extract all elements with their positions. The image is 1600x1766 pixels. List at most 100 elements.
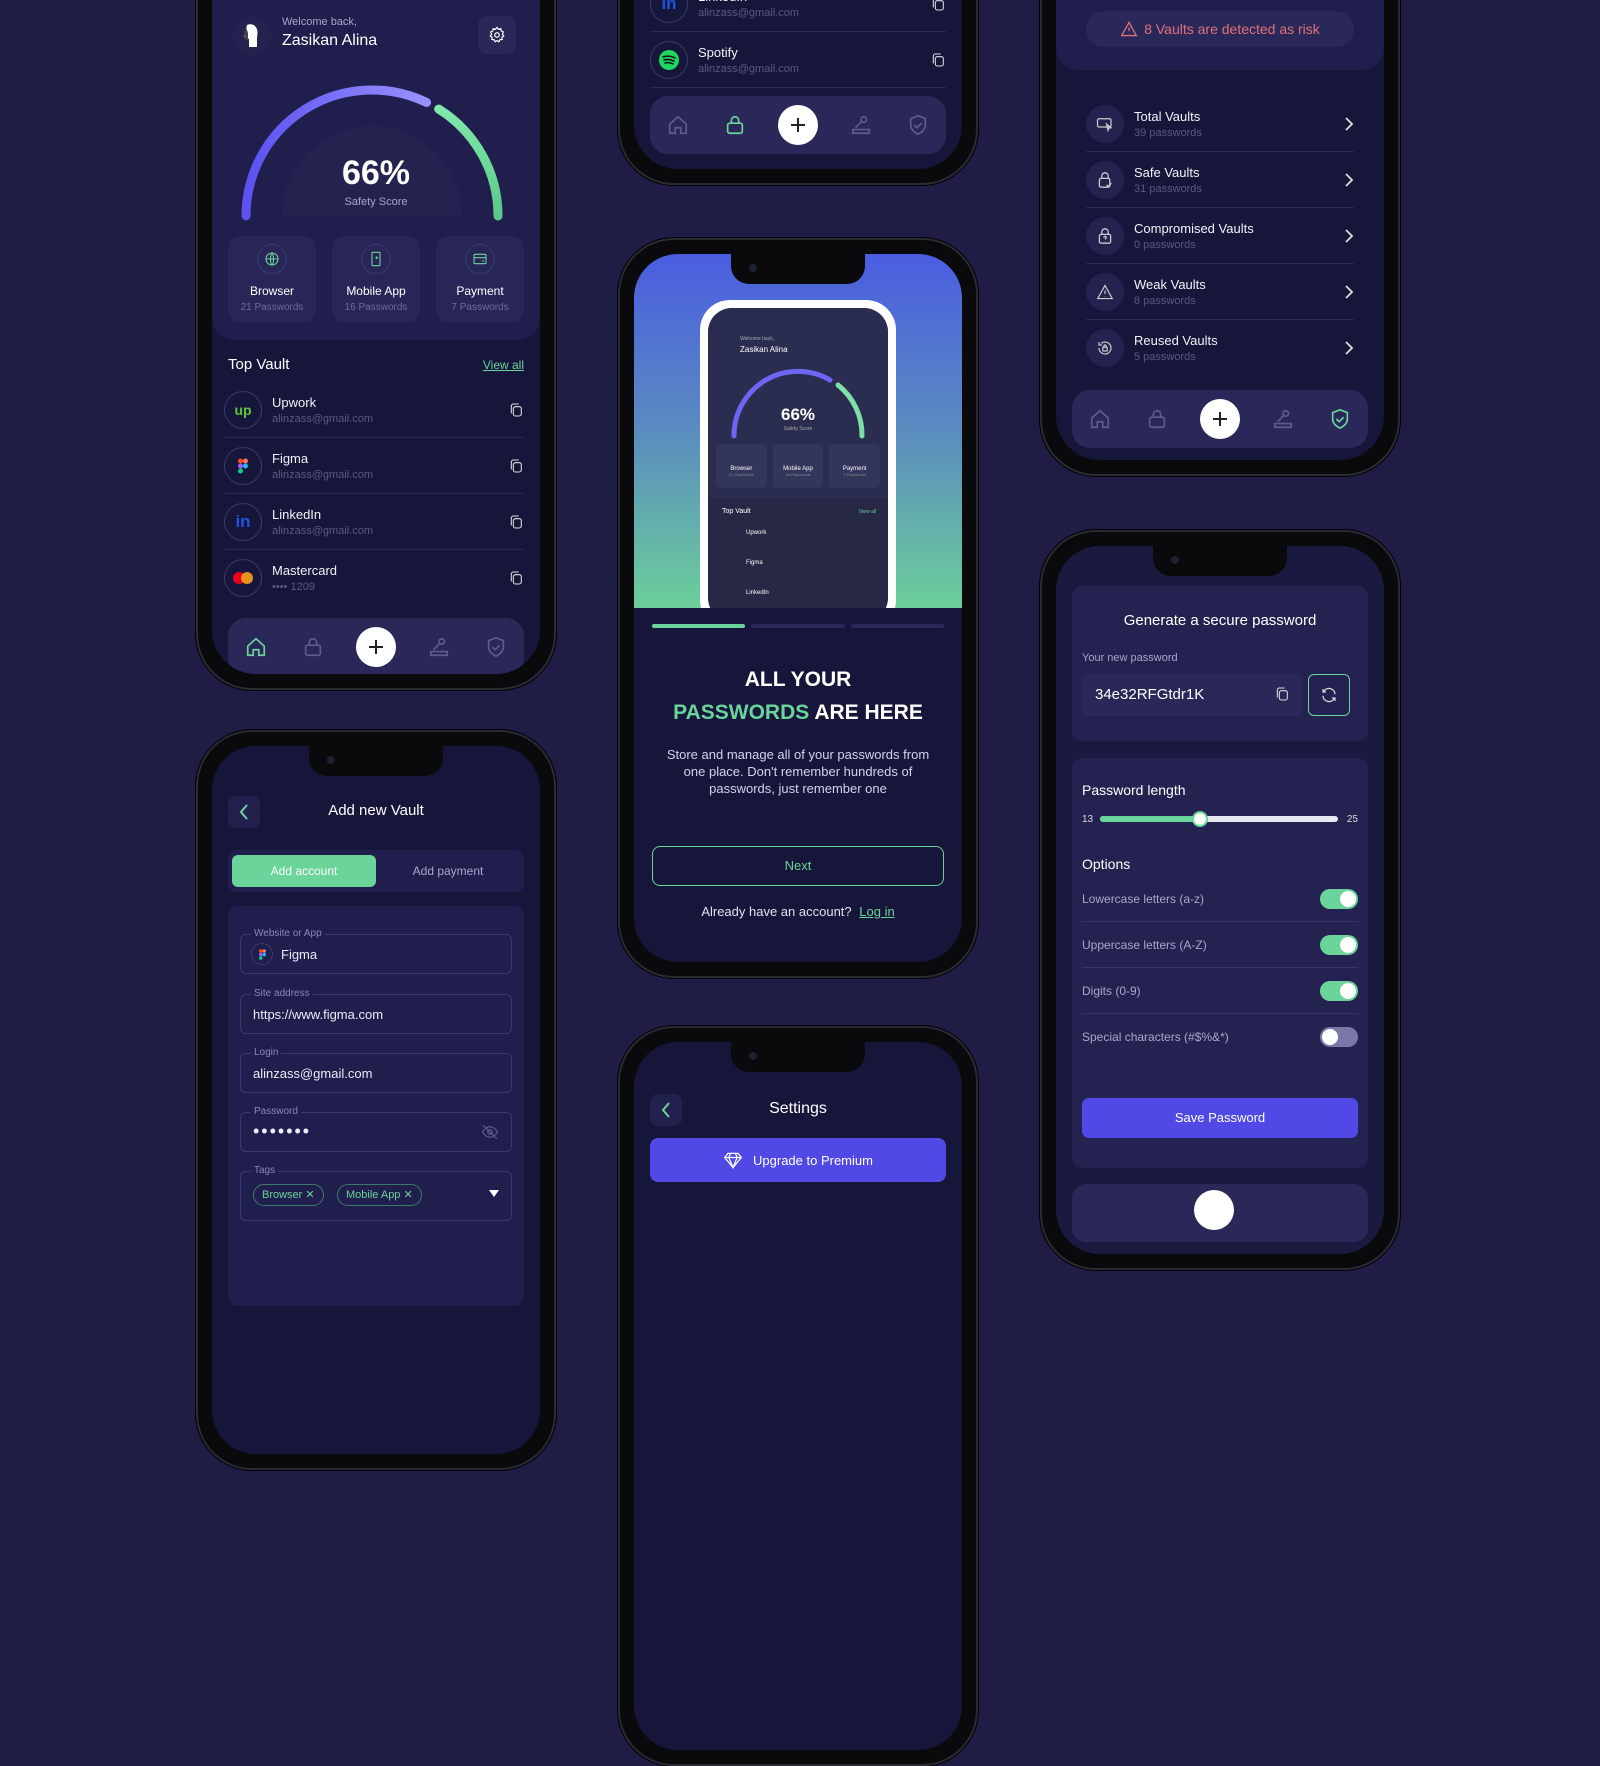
category-cards: Browser 21 Passwords Mobile App 16 Passw… — [228, 236, 524, 322]
toggle-uppercase[interactable] — [1320, 934, 1358, 955]
category-payment[interactable]: Payment 7 Passwords — [436, 236, 524, 322]
password-output: 34e32RFGtdr1K — [1082, 674, 1302, 716]
onboarding-title-line2: PASSWORDS ARE HERE — [634, 701, 962, 725]
bottom-nav — [228, 618, 524, 674]
length-slider[interactable] — [1100, 811, 1338, 827]
stat-total-vaults[interactable]: Total Vaults 39 passwords — [1086, 96, 1354, 152]
nav-home[interactable] — [664, 111, 692, 139]
vault-item-linkedin[interactable]: in LinkedIn alinzass@gmail.com — [650, 0, 946, 32]
mock-category-count: 16 Passwords — [785, 472, 811, 477]
stat-safe-vaults[interactable]: Safe Vaults 31 passwords — [1086, 152, 1354, 208]
tag-chip[interactable]: Browser ✕ — [253, 1184, 324, 1206]
settings-button[interactable] — [478, 16, 516, 54]
vault-item-upwork[interactable]: up Upwork alinzass@gmail.com — [224, 382, 524, 438]
copy-icon[interactable] — [508, 570, 524, 586]
website-field[interactable]: Website or App Figma — [240, 928, 512, 974]
security-screen: 8 Vaults are detected as risk Total Vaul… — [1056, 0, 1384, 460]
onboarding-hero: 9:41 Welcome back, Zasikan Alina 66% Saf… — [634, 254, 962, 630]
nav-home[interactable] — [242, 633, 270, 661]
tag-chip[interactable]: Mobile App ✕ — [337, 1184, 422, 1206]
lock-check-icon — [1098, 171, 1112, 188]
category-browser[interactable]: Browser 21 Passwords — [228, 236, 316, 322]
nav-generator[interactable] — [1269, 405, 1297, 433]
vault-item-spotify[interactable]: Spotify alinzass@gmail.com — [650, 32, 946, 88]
shield-icon — [909, 114, 926, 136]
stat-name: Safe Vaults — [1134, 164, 1200, 180]
nav-vault[interactable] — [721, 111, 749, 139]
mobile-icon — [371, 251, 381, 267]
upgrade-premium-button[interactable]: Upgrade to Premium — [650, 1138, 946, 1182]
stat-sub: 8 passwords — [1134, 294, 1196, 307]
stat-sub: 39 passwords — [1134, 126, 1202, 139]
password-field[interactable]: Password ••••••• — [240, 1106, 512, 1152]
toggle-special[interactable] — [1320, 1027, 1358, 1047]
copy-icon[interactable] — [1274, 686, 1290, 702]
nav-vault[interactable] — [1143, 405, 1171, 433]
eye-off-icon[interactable] — [481, 1124, 499, 1140]
generator-title: Generate a secure password — [1123, 612, 1317, 629]
login-link[interactable]: Log in — [859, 904, 894, 919]
vault-item-mastercard[interactable]: Mastercard •••• 1209 — [224, 550, 524, 606]
plus-icon — [368, 640, 383, 654]
login-prompt-text: Already have an account? — [701, 904, 852, 919]
lock-question-icon — [1098, 227, 1112, 244]
options-card: Password length 13 25 Options Lowercase … — [1072, 758, 1368, 1168]
user-avatar-icon — [244, 24, 258, 47]
slider-thumb[interactable] — [1191, 811, 1208, 827]
copy-icon[interactable] — [508, 402, 524, 418]
copy-icon[interactable] — [930, 52, 946, 68]
add-button[interactable] — [1199, 399, 1240, 439]
tab-add-account[interactable]: Add account — [232, 855, 376, 887]
nav-generator[interactable] — [847, 111, 875, 139]
progress-step — [652, 624, 746, 628]
toggle-digits[interactable] — [1320, 980, 1358, 1001]
onboarding-title-highlight: PASSWORDS — [673, 701, 810, 724]
gear-icon — [489, 26, 505, 43]
category-mobile-app[interactable]: Mobile App 16 Passwords — [332, 236, 420, 322]
next-button[interactable]: Next — [652, 846, 944, 886]
mock-user-name: Zasikan Alina — [740, 345, 788, 354]
vault-item-figma[interactable]: Figma alinzass@gmail.com — [224, 438, 524, 494]
nav-home[interactable] — [1086, 405, 1114, 433]
tab-add-payment[interactable]: Add payment — [376, 855, 520, 887]
save-password-button[interactable]: Save Password — [1082, 1098, 1358, 1138]
risk-banner[interactable]: 8 Vaults are detected as risk — [1086, 11, 1354, 47]
home-icon — [1091, 409, 1110, 429]
user-name: Zasikan Alina — [282, 32, 378, 49]
regenerate-button[interactable] — [1308, 674, 1350, 716]
vault-item-linkedin[interactable]: in LinkedIn alinzass@gmail.com — [224, 494, 524, 550]
copy-icon[interactable] — [930, 0, 946, 12]
phone-onboarding: 9:41 Welcome back, Zasikan Alina 66% Saf… — [618, 238, 978, 978]
category-label: Payment — [456, 284, 504, 298]
generator-screen: Generate a secure password Your new pass… — [1056, 546, 1384, 1254]
nav-vault[interactable] — [299, 633, 327, 661]
stat-compromised-vaults[interactable]: Compromised Vaults 0 passwords — [1086, 208, 1354, 264]
add-button[interactable] — [355, 627, 396, 667]
nav-security[interactable] — [482, 633, 510, 661]
shield-icon — [1331, 408, 1348, 430]
tags-field[interactable]: Tags Browser ✕ Mobile App ✕ — [240, 1165, 512, 1221]
category-count: 21 Passwords — [240, 302, 304, 313]
view-all-link[interactable]: View all — [483, 358, 524, 372]
add-button[interactable] — [1194, 1190, 1234, 1230]
avatar[interactable] — [232, 16, 272, 56]
nav-generator[interactable] — [425, 633, 453, 661]
category-count: 16 Passwords — [344, 302, 408, 313]
nav-security[interactable] — [904, 111, 932, 139]
onboarding-progress — [652, 624, 944, 628]
stat-weak-vaults[interactable]: Weak Vaults 8 passwords — [1086, 264, 1354, 320]
site-address-field[interactable]: Site address https://www.figma.com — [240, 988, 512, 1034]
category-count: 7 Passwords — [451, 302, 509, 313]
chevron-right-icon — [1345, 172, 1354, 187]
login-field[interactable]: Login alinzass@gmail.com — [240, 1047, 512, 1093]
toggle-lowercase[interactable] — [1320, 888, 1358, 909]
copy-icon[interactable] — [508, 458, 524, 474]
add-button[interactable] — [777, 105, 818, 145]
stat-reused-vaults[interactable]: Reused Vaults 5 passwords — [1086, 320, 1354, 376]
nav-security[interactable] — [1326, 405, 1354, 433]
tag-label: Mobile App — [346, 1189, 401, 1201]
dropdown-icon[interactable] — [489, 1190, 499, 1198]
key-icon — [429, 637, 448, 657]
field-label: Site address — [251, 988, 313, 999]
copy-icon[interactable] — [508, 514, 524, 530]
